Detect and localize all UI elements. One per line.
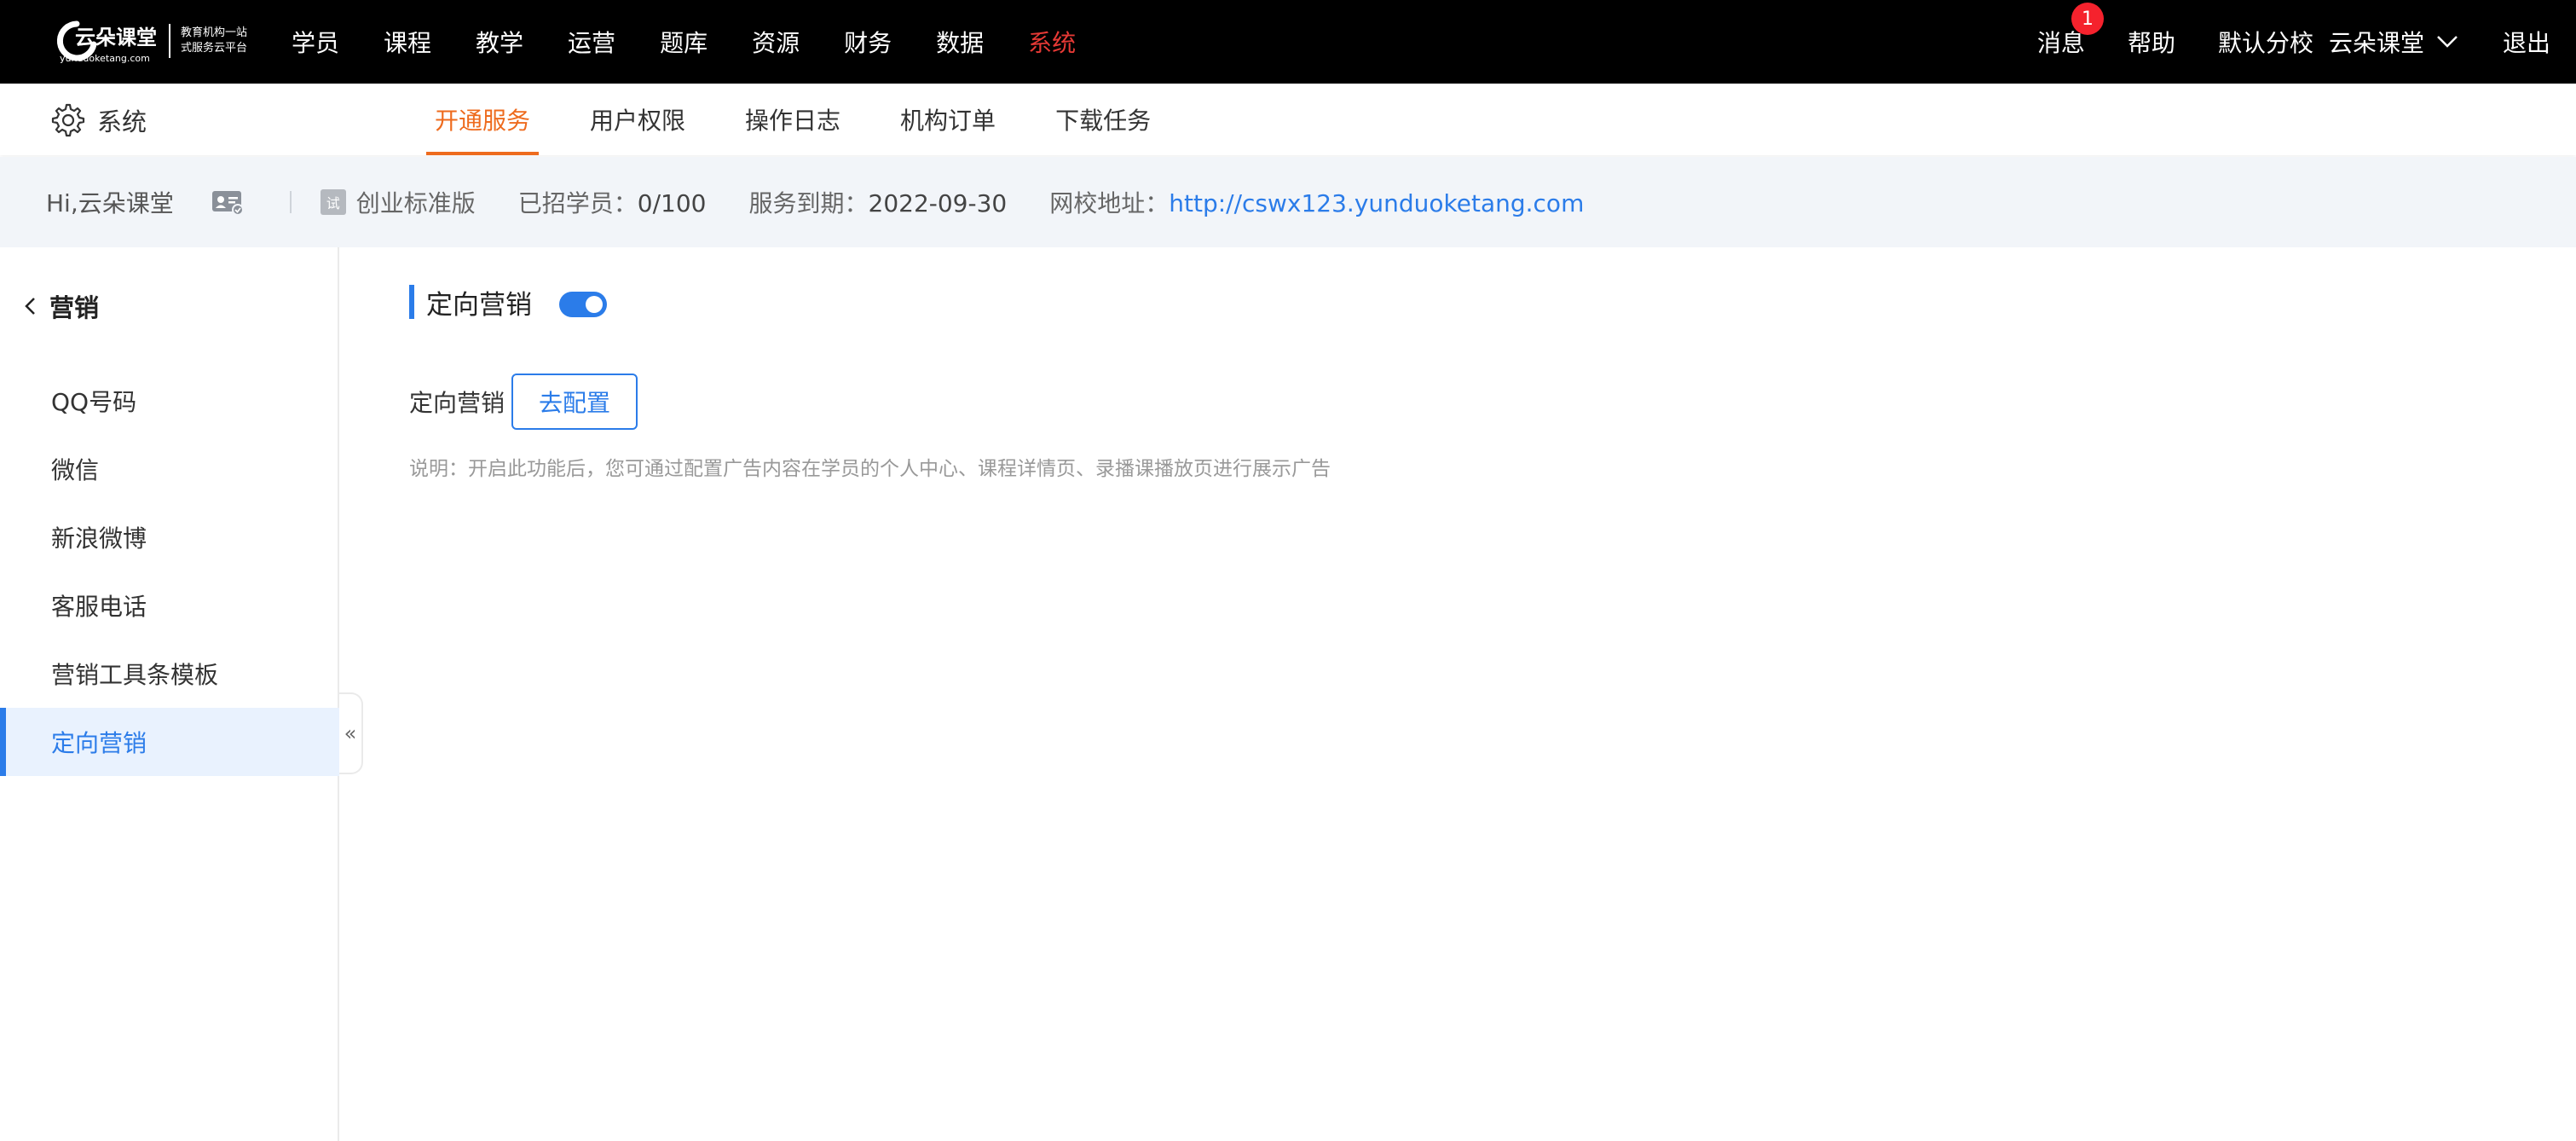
logo-divider — [169, 24, 170, 58]
logo-slogan-line2: 式服务云平台 — [181, 42, 248, 55]
tab-user-permissions[interactable]: 用户权限 — [581, 84, 694, 155]
tab-download-tasks[interactable]: 下载任务 — [1047, 84, 1159, 155]
main-content: 定向营销 定向营销 去配置 说明：开启此功能后，您可通过配置广告内容在学员的个人… — [341, 247, 2576, 1141]
students-value: 0/100 — [637, 189, 707, 217]
sub-navbar: 系统 开通服务 用户权限 操作日志 机构订单 下载任务 — [0, 84, 2576, 155]
account-label: 云朵课堂 — [2328, 29, 2424, 57]
config-label: 定向营销 — [409, 389, 505, 417]
sidebar-item-targeted-marketing[interactable]: 定向营销 — [0, 708, 339, 776]
help-link[interactable]: 帮助 — [2128, 25, 2175, 59]
logo[interactable]: 云朵课堂 yunduoketang.com 教育机构一站 式服务云平台 — [55, 15, 247, 67]
nav-item-courses[interactable]: 课程 — [384, 25, 431, 59]
section-label-text: 系统 — [97, 107, 147, 136]
sidebar-back[interactable]: 营销 — [20, 288, 99, 324]
sidebar: 营销 QQ号码 微信 新浪微博 客服电话 营销工具条模板 定向营销 — [0, 247, 339, 1141]
tab-open-services[interactable]: 开通服务 — [426, 84, 540, 155]
config-row: 定向营销 去配置 — [409, 374, 638, 430]
page-title: 定向营销 — [409, 285, 532, 321]
logo-slogan: 教育机构一站 式服务云平台 — [181, 26, 247, 56]
nav-item-operations[interactable]: 运营 — [568, 25, 615, 59]
nav-item-question-bank[interactable]: 题库 — [660, 25, 708, 59]
tab-org-orders[interactable]: 机构订单 — [892, 84, 1004, 155]
chevron-down-icon — [2437, 36, 2458, 48]
divider — [289, 191, 292, 213]
nav-item-finance[interactable]: 财务 — [844, 25, 892, 59]
sidebar-item-wechat[interactable]: 微信 — [0, 435, 339, 503]
configure-button[interactable]: 去配置 — [511, 374, 638, 430]
greeting: Hi,云朵课堂 — [46, 189, 174, 217]
edition-label: 创业标准版 — [355, 189, 476, 217]
sub-tabs: 开通服务 用户权限 操作日志 机构订单 下载任务 — [426, 84, 1202, 155]
expiry-value: 2022-09-30 — [868, 189, 1008, 217]
sidebar-item-qq[interactable]: QQ号码 — [0, 367, 339, 435]
account-dropdown[interactable]: 云朵课堂 — [2329, 25, 2460, 59]
gear-icon — [51, 103, 85, 137]
chevron-left-icon — [25, 298, 35, 315]
logo-name: 云朵课堂 — [75, 26, 157, 49]
targeted-marketing-toggle[interactable] — [559, 292, 607, 317]
top-right-menu: 消息 1 帮助 默认分校 云朵课堂 退出 — [2037, 0, 2550, 84]
main-nav: 学员 课程 教学 运营 题库 资源 财务 数据 系统 — [292, 0, 1120, 84]
account-info-bar: Hi,云朵课堂 试 创业标准版 已招学员：0/100 服务到期：2022-09-… — [0, 157, 2576, 247]
logout-link[interactable]: 退出 — [2503, 25, 2550, 59]
description-note: 说明：开启此功能后，您可通过配置广告内容在学员的个人中心、课程详情页、录播课播放… — [409, 458, 1331, 480]
site-info: 网校地址：http://cswx123.yunduoketang.com — [1049, 185, 1584, 219]
students-info: 已招学员：0/100 — [518, 185, 707, 219]
messages-badge: 1 — [2071, 3, 2104, 35]
sidebar-list: QQ号码 微信 新浪微博 客服电话 营销工具条模板 定向营销 — [0, 367, 339, 776]
sidebar-back-label: 营销 — [49, 293, 100, 322]
logo-slogan-line1: 教育机构一站 — [181, 26, 248, 39]
messages-label: 消息 — [2036, 29, 2085, 57]
nav-item-students[interactable]: 学员 — [292, 25, 339, 59]
trial-badge: 试 — [320, 189, 346, 215]
nav-item-data[interactable]: 数据 — [936, 25, 984, 59]
top-navbar: 云朵课堂 yunduoketang.com 教育机构一站 式服务云平台 学员 课… — [0, 0, 2576, 84]
site-url-link[interactable]: http://cswx123.yunduoketang.com — [1169, 189, 1584, 217]
students-label: 已招学员： — [517, 189, 638, 217]
section-label: 系统 — [51, 102, 147, 138]
sidebar-item-toolbar-template[interactable]: 营销工具条模板 — [0, 640, 339, 708]
messages-link[interactable]: 消息 1 — [2036, 3, 2104, 59]
campus-link[interactable]: 默认分校 — [2218, 25, 2313, 59]
site-label: 网校地址： — [1049, 189, 1170, 217]
nav-item-resources[interactable]: 资源 — [752, 25, 800, 59]
sidebar-item-weibo[interactable]: 新浪微博 — [0, 503, 339, 571]
nav-item-teaching[interactable]: 教学 — [476, 25, 523, 59]
sidebar-item-service-phone[interactable]: 客服电话 — [0, 571, 339, 640]
nav-item-system[interactable]: 系统 — [1028, 25, 1076, 59]
expiry-label: 服务到期： — [748, 189, 869, 217]
id-card-icon[interactable] — [211, 189, 244, 215]
expiry-info: 服务到期：2022-09-30 — [748, 185, 1007, 219]
logo-domain: yunduoketang.com — [60, 53, 150, 64]
tab-operation-log[interactable]: 操作日志 — [736, 84, 849, 155]
